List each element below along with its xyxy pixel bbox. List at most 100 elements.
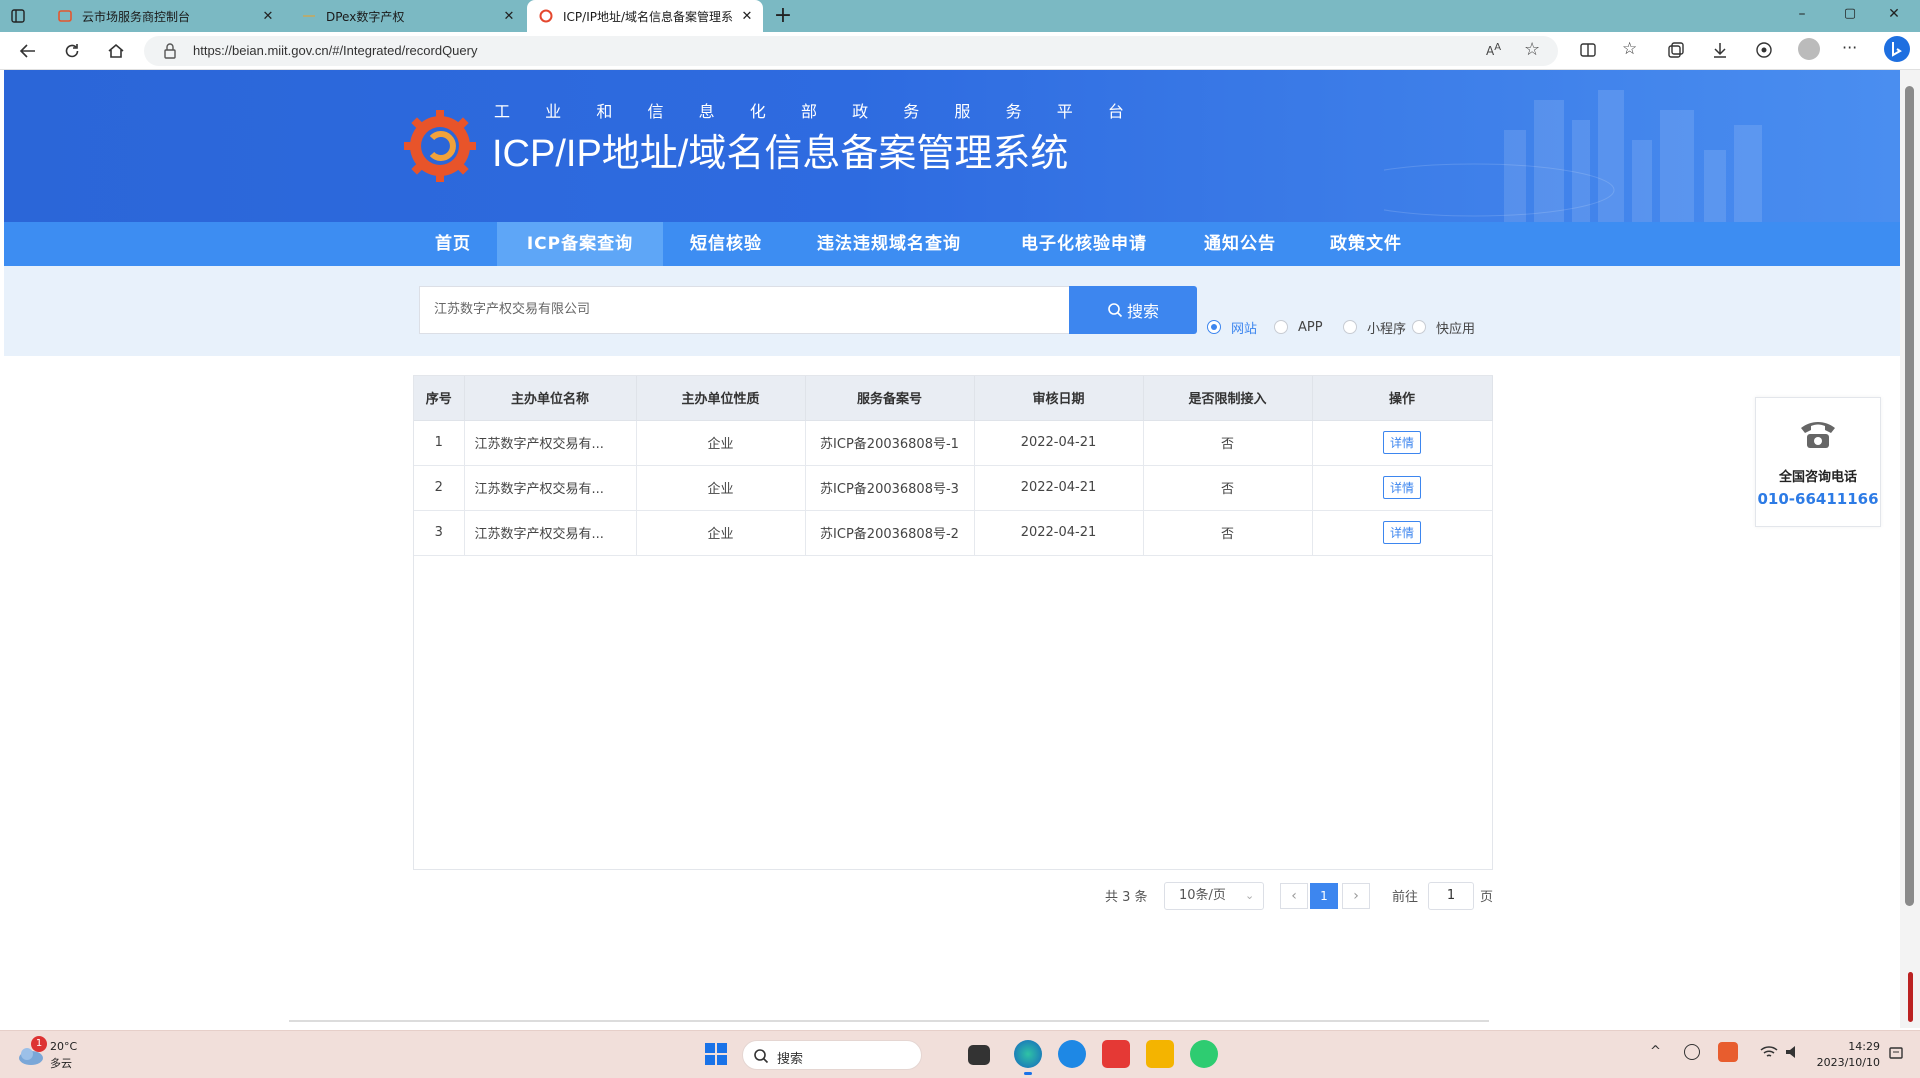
subtitle-char: 政	[852, 102, 869, 121]
close-window-button[interactable]: ✕	[1884, 6, 1904, 26]
miit-favicon-icon	[539, 9, 553, 23]
wechat-icon[interactable]	[1190, 1040, 1218, 1068]
weather-temp: 20°C	[50, 1040, 78, 1053]
scrollbar-thumb[interactable]	[1905, 86, 1914, 906]
table-row: 1 江苏数字产权交易有... 企业 苏ICP备20036808号-1 2022-…	[414, 420, 1493, 466]
cell-organizer-nature: 企业	[636, 510, 806, 556]
clock-time[interactable]: 14:29	[1820, 1040, 1880, 1053]
more-menu-icon[interactable]: ···	[1842, 38, 1862, 58]
input-method-icon[interactable]	[1718, 1042, 1738, 1062]
windows-start-icon[interactable]	[704, 1042, 728, 1066]
radio-quick-app[interactable]: 快应用	[1412, 317, 1475, 337]
collections-icon[interactable]	[1666, 40, 1686, 60]
radio-label: APP	[1298, 319, 1323, 335]
close-tab-icon[interactable]: ✕	[739, 9, 755, 24]
cell-record-number: 苏ICP备20036808号-3	[805, 465, 975, 511]
search-button[interactable]: 搜索	[1069, 286, 1197, 334]
cell-index: 2	[414, 465, 465, 511]
goto-page-input[interactable]: 1	[1428, 882, 1474, 910]
nav-e-verify[interactable]: 电子化核验申请	[1009, 222, 1159, 266]
contact-card: 全国咨询电话 010-66411166	[1755, 397, 1881, 527]
cell-restricted: 否	[1143, 510, 1313, 556]
detail-button[interactable]: 详情	[1382, 521, 1421, 544]
cell-review-date: 2022-04-21	[974, 510, 1144, 556]
search-input[interactable]: 江苏数字产权交易有限公司	[419, 286, 1075, 334]
nav-home[interactable]: 首页	[418, 222, 488, 266]
contact-phone[interactable]: 010-66411166	[1756, 490, 1880, 508]
cloud-market-favicon-icon	[58, 9, 72, 23]
notification-icon[interactable]	[1888, 1046, 1904, 1062]
tab-icp-beian[interactable]: ICP/IP地址/域名信息备案管理系 ✕	[527, 0, 763, 32]
col-review-date: 审核日期	[974, 376, 1144, 421]
browser-tab-bar	[0, 0, 1920, 32]
subtitle-char: 息	[698, 102, 715, 121]
ie-edge-icon[interactable]	[1058, 1040, 1086, 1068]
close-tab-icon[interactable]: ✕	[260, 9, 276, 24]
task-view-icon[interactable]	[968, 1045, 990, 1065]
split-screen-icon[interactable]	[1578, 40, 1598, 60]
col-action: 操作	[1312, 376, 1493, 421]
search-icon	[1108, 303, 1123, 318]
tab-dpex[interactable]: DPex数字产权 ✕	[290, 0, 525, 32]
page-size-select[interactable]: 10条/页 ⌄	[1164, 882, 1264, 910]
radio-website[interactable]: 网站	[1207, 317, 1257, 337]
prev-page-button[interactable]: ‹	[1280, 883, 1308, 909]
table-row: 2 江苏数字产权交易有... 企业 苏ICP备20036808号-3 2022-…	[414, 465, 1493, 511]
page-viewport: 工 业 和 信 息 化 部 政 务 服 务 平 台 ICP/IP地址/域名信息备…	[4, 70, 1900, 1028]
wps-office-icon[interactable]	[1102, 1040, 1130, 1068]
page-number-current[interactable]: 1	[1310, 883, 1338, 909]
search-button-label: 搜索	[1126, 302, 1159, 321]
language-icon[interactable]	[1684, 1044, 1700, 1060]
tab-title: ICP/IP地址/域名信息备案管理系	[563, 9, 734, 24]
results-table: 序号 主办单位名称 主办单位性质 服务备案号 审核日期 是否限制接入 操作 1 …	[413, 375, 1493, 870]
refresh-icon	[65, 44, 79, 58]
cell-index: 3	[414, 510, 465, 556]
favorites-icon[interactable]: ☆	[1622, 39, 1642, 59]
next-page-button[interactable]: ›	[1342, 883, 1370, 909]
subtitle-char: 和	[596, 102, 613, 121]
windows-taskbar	[0, 1030, 1920, 1078]
subtitle-char: 服	[954, 102, 971, 121]
lock-icon[interactable]	[162, 42, 178, 60]
detail-button[interactable]: 详情	[1382, 431, 1421, 454]
cell-restricted: 否	[1143, 465, 1313, 511]
nav-illegal-domain[interactable]: 违法违规域名查询	[804, 222, 974, 266]
refresh-button[interactable]	[54, 32, 90, 70]
home-button[interactable]	[98, 32, 134, 70]
nav-sms-verify[interactable]: 短信核验	[680, 222, 772, 266]
subtitle-char: 务	[903, 102, 920, 121]
radio-app[interactable]: APP	[1274, 317, 1323, 337]
profile-avatar[interactable]	[1798, 38, 1820, 60]
downloads-icon[interactable]	[1710, 40, 1730, 60]
nav-notices[interactable]: 通知公告	[1194, 222, 1286, 266]
restore-button[interactable]: ▢	[1840, 6, 1860, 26]
tab-cloud-market[interactable]: 云市场服务商控制台 ✕	[46, 0, 284, 32]
chevron-up-icon[interactable]: ^	[1650, 1044, 1661, 1059]
favorite-star-icon[interactable]: ☆	[1524, 40, 1544, 60]
close-tab-icon[interactable]: ✕	[501, 9, 517, 24]
system-title: ICP/IP地址/域名信息备案管理系统	[492, 133, 1069, 175]
bottom-divider	[289, 1020, 1489, 1022]
pagination-total: 共 3 条	[1105, 889, 1148, 905]
back-button[interactable]	[10, 32, 46, 70]
nav-policies[interactable]: 政策文件	[1320, 222, 1412, 266]
wifi-icon[interactable]	[1760, 1044, 1778, 1060]
radio-dot	[1207, 320, 1221, 334]
minimize-button[interactable]: –	[1792, 6, 1812, 26]
cell-organizer-name: 江苏数字产权交易有...	[464, 420, 637, 466]
nav-icp-query[interactable]: ICP备案查询	[497, 222, 663, 266]
main-nav: 首页 ICP备案查询 短信核验 违法违规域名查询 电子化核验申请 通知公告 政策…	[4, 222, 1900, 266]
clock-date[interactable]: 2023/10/10	[1800, 1056, 1880, 1069]
file-explorer-icon[interactable]	[1146, 1040, 1174, 1068]
edge-browser-icon[interactable]	[1014, 1040, 1042, 1068]
read-aloud-icon[interactable]: AA	[1486, 42, 1504, 60]
tab-actions-icon[interactable]	[8, 6, 28, 26]
radio-mini-program[interactable]: 小程序	[1343, 317, 1406, 337]
taskbar-search-box[interactable]: 搜索	[742, 1040, 922, 1070]
subtitle-char: 部	[800, 102, 817, 121]
new-tab-button[interactable]: +	[771, 3, 795, 29]
url-text[interactable]: https://beian.miit.gov.cn/#/Integrated/r…	[193, 43, 477, 58]
bing-copilot-icon[interactable]	[1884, 36, 1910, 62]
extensions-icon[interactable]	[1754, 40, 1774, 60]
detail-button[interactable]: 详情	[1382, 476, 1421, 499]
